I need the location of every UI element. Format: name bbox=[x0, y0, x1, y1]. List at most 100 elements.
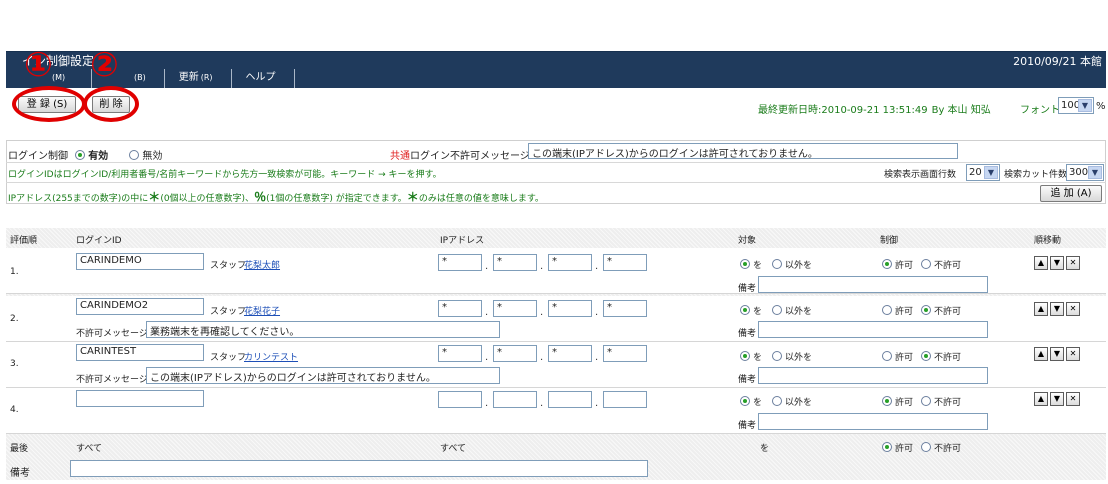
remove-row-button[interactable]: ✕ bbox=[1066, 347, 1080, 361]
remove-row-button[interactable]: ✕ bbox=[1066, 302, 1080, 316]
login-id-input[interactable]: CARINDEMO2 bbox=[76, 298, 204, 315]
chevron-down-icon: ▼ bbox=[1088, 166, 1102, 179]
login-enabled-label: 有効 bbox=[88, 151, 109, 162]
cut-select[interactable]: 300 ▼ bbox=[1066, 164, 1104, 181]
target-not-radio[interactable] bbox=[772, 396, 783, 406]
footer-remarks-input[interactable] bbox=[70, 460, 648, 477]
login-disabled-label: 無効 bbox=[142, 151, 163, 162]
control-allow-radio[interactable] bbox=[882, 396, 892, 406]
control-options: 許可 不許可 bbox=[882, 258, 961, 271]
staff-name-link[interactable]: 花梨花子 bbox=[244, 304, 280, 317]
control-deny-label: 不許可 bbox=[934, 261, 962, 271]
ip-octet-4[interactable]: * bbox=[603, 300, 647, 317]
menu-label: 更新 bbox=[178, 72, 199, 83]
control-allow-radio[interactable] bbox=[882, 442, 892, 452]
login-disabled-radio[interactable] bbox=[129, 150, 140, 160]
font-size-select[interactable]: 100 ▼ bbox=[1058, 97, 1094, 114]
ip-help-3: (1個の任意数字) が指定できます。 bbox=[266, 194, 407, 204]
menu-accel: (R) bbox=[200, 73, 213, 82]
ip-octet-3[interactable]: * bbox=[548, 345, 592, 362]
remarks-label: 備考 bbox=[738, 329, 757, 339]
remove-row-button[interactable]: ✕ bbox=[1066, 256, 1080, 270]
remarks-input[interactable] bbox=[758, 367, 988, 384]
header-target: 対象 bbox=[738, 236, 757, 246]
login-id-input[interactable]: CARINDEMO bbox=[76, 253, 204, 270]
divider bbox=[6, 162, 1106, 163]
control-deny-radio[interactable] bbox=[921, 351, 932, 361]
move-up-button[interactable]: ▲ bbox=[1034, 392, 1048, 406]
control-deny-radio[interactable] bbox=[921, 259, 932, 269]
ip-octet-3[interactable]: * bbox=[548, 254, 592, 271]
control-allow-label: 許可 bbox=[895, 307, 914, 317]
ip-octet-2[interactable] bbox=[493, 391, 537, 408]
remarks-label: 備考 bbox=[738, 375, 757, 385]
percent-mark: ％ bbox=[254, 190, 267, 204]
remarks-input[interactable] bbox=[758, 276, 988, 293]
move-down-button[interactable]: ▼ bbox=[1050, 392, 1064, 406]
ip-octet-4[interactable]: * bbox=[603, 254, 647, 271]
row-number: 3. bbox=[10, 359, 19, 369]
remarks-label: 備考 bbox=[738, 421, 757, 431]
target-is-radio[interactable] bbox=[740, 396, 750, 406]
control-allow-radio[interactable] bbox=[882, 305, 892, 315]
header-order: 評価順 bbox=[10, 236, 38, 246]
rows-select[interactable]: 20 ▼ bbox=[966, 164, 1000, 181]
remarks-input[interactable] bbox=[758, 321, 988, 338]
move-up-button[interactable]: ▲ bbox=[1034, 347, 1048, 361]
login-enabled-radio[interactable] bbox=[75, 150, 86, 160]
remove-row-button[interactable]: ✕ bbox=[1066, 392, 1080, 406]
staff-name-link[interactable]: カリンテスト bbox=[244, 350, 298, 363]
move-down-button[interactable]: ▼ bbox=[1050, 302, 1064, 316]
control-allow-radio[interactable] bbox=[882, 259, 892, 269]
ip-octet-4[interactable]: * bbox=[603, 345, 647, 362]
ip-octet-4[interactable] bbox=[603, 391, 647, 408]
target-is-radio[interactable] bbox=[740, 259, 750, 269]
login-id-input[interactable]: CARINTEST bbox=[76, 344, 204, 361]
remarks-input[interactable] bbox=[758, 413, 988, 430]
ip-octet-1[interactable]: * bbox=[438, 345, 482, 362]
deny-msg-input[interactable]: この端末(IPアドレス)からのログインは許可されておりません。 bbox=[146, 367, 500, 384]
deny-msg-input[interactable]: 業務端末を再確認してください。 bbox=[146, 321, 500, 338]
ip-octet-3[interactable] bbox=[548, 391, 592, 408]
last-row-label: 最後 bbox=[10, 444, 29, 454]
target-is-radio[interactable] bbox=[740, 351, 750, 361]
ip-dot: . bbox=[540, 398, 544, 409]
ip-octet-1[interactable]: * bbox=[438, 300, 482, 317]
ip-dot: . bbox=[485, 352, 489, 363]
control-deny-radio[interactable] bbox=[921, 396, 932, 406]
target-not-radio[interactable] bbox=[772, 259, 783, 269]
common-deny-message-input[interactable]: この端末(IPアドレス)からのログインは許可されておりません。 bbox=[528, 143, 958, 159]
target-options: を 以外を bbox=[740, 258, 812, 271]
target-is-label: を bbox=[753, 261, 763, 271]
ip-octet-2[interactable]: * bbox=[493, 300, 537, 317]
menu-item-help[interactable]: ヘルプ bbox=[232, 69, 295, 88]
login-id-input[interactable] bbox=[76, 390, 204, 407]
deny-message-label-group: 共通ログイン不許可メッセージ bbox=[390, 147, 530, 162]
control-deny-radio[interactable] bbox=[921, 442, 932, 452]
ip-octet-3[interactable]: * bbox=[548, 300, 592, 317]
menu-item-refresh[interactable]: 更新 (R) bbox=[165, 69, 232, 88]
ip-octet-1[interactable] bbox=[438, 391, 482, 408]
control-deny-radio[interactable] bbox=[921, 305, 932, 315]
target-not-label: 以外を bbox=[785, 353, 813, 363]
move-down-button[interactable]: ▼ bbox=[1050, 256, 1064, 270]
ip-octet-2[interactable]: * bbox=[493, 254, 537, 271]
ip-octet-2[interactable]: * bbox=[493, 345, 537, 362]
target-not-radio[interactable] bbox=[772, 305, 783, 315]
move-up-button[interactable]: ▲ bbox=[1034, 256, 1048, 270]
control-allow-radio[interactable] bbox=[882, 351, 892, 361]
target-not-radio[interactable] bbox=[772, 351, 783, 361]
chevron-down-icon: ▼ bbox=[1078, 99, 1092, 112]
move-down-button[interactable]: ▼ bbox=[1050, 347, 1064, 361]
target-is-radio[interactable] bbox=[740, 305, 750, 315]
target-options: を 以外を bbox=[740, 304, 812, 317]
deny-message-label: ログイン不許可メッセージ bbox=[410, 151, 530, 162]
last-update: 最終更新日時:2010-09-21 13:51:49 By 本山 知弘 bbox=[758, 101, 991, 116]
add-button[interactable]: 追 加 (A) bbox=[1040, 185, 1102, 202]
move-up-button[interactable]: ▲ bbox=[1034, 302, 1048, 316]
callout-ring-1 bbox=[12, 86, 86, 122]
control-deny-label: 不許可 bbox=[934, 398, 962, 408]
staff-name-link[interactable]: 花梨太郎 bbox=[244, 258, 280, 271]
ip-octet-1[interactable]: * bbox=[438, 254, 482, 271]
header-login-id: ログインID bbox=[76, 236, 122, 246]
